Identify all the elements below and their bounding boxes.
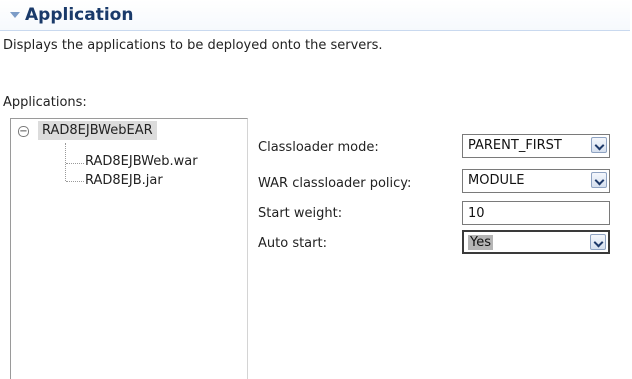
chevron-down-icon xyxy=(594,140,605,151)
classloader-mode-label: Classloader mode: xyxy=(258,140,379,155)
section-description: Displays the applications to be deployed… xyxy=(3,38,383,53)
war-classloader-policy-label: WAR classloader policy: xyxy=(258,176,412,191)
chevron-down-icon xyxy=(593,237,604,248)
applications-label: Applications: xyxy=(3,95,87,110)
dropdown-button[interactable] xyxy=(591,137,607,153)
start-weight-input[interactable] xyxy=(462,201,610,225)
chevron-down-icon xyxy=(594,175,605,186)
tree-connector xyxy=(65,143,66,181)
collapse-triangle-icon[interactable] xyxy=(10,12,20,18)
auto-start-value: Yes xyxy=(468,235,493,250)
section-header[interactable]: Application xyxy=(0,0,630,31)
war-classloader-policy-value: MODULE xyxy=(468,173,525,188)
collapse-node-icon[interactable]: − xyxy=(18,126,29,137)
war-classloader-policy-select[interactable]: MODULE xyxy=(462,169,610,193)
tree-item-war[interactable]: RAD8EJBWeb.war xyxy=(85,154,198,169)
section-title: Application xyxy=(25,5,134,25)
auto-start-select[interactable]: Yes xyxy=(462,230,610,254)
auto-start-label: Auto start: xyxy=(258,236,327,251)
dropdown-button[interactable] xyxy=(590,234,606,250)
tree-connector xyxy=(66,163,84,164)
tree-item-root[interactable]: RAD8EJBWebEAR xyxy=(38,121,157,140)
dropdown-button[interactable] xyxy=(591,172,607,188)
tree-item-jar[interactable]: RAD8EJB.jar xyxy=(85,173,163,188)
classloader-mode-value: PARENT_FIRST xyxy=(468,138,562,153)
classloader-mode-select[interactable]: PARENT_FIRST xyxy=(462,134,610,158)
tree-connector xyxy=(66,181,84,182)
start-weight-label: Start weight: xyxy=(258,206,343,221)
